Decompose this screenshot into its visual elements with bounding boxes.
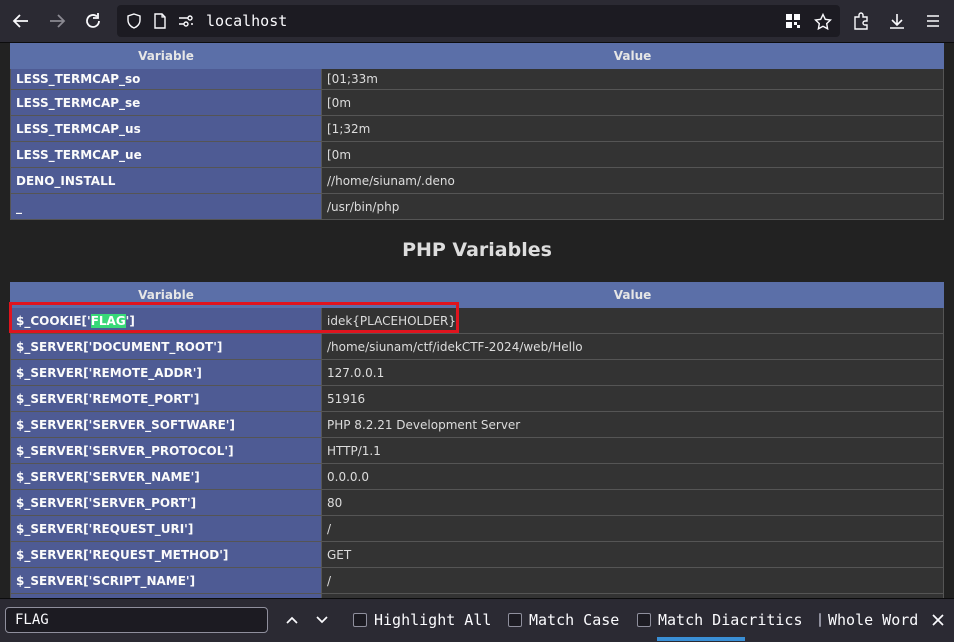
table-row: LESS_TERMCAP_se [0m <box>10 89 944 116</box>
variable-value: [01;33m <box>321 68 944 90</box>
downloads-button[interactable] <box>883 7 911 35</box>
variable-value: PHP 8.2.21 Development Server <box>321 411 944 438</box>
menu-button[interactable] <box>919 7 947 35</box>
match-diacritics-label: Match Diacritics <box>658 611 803 629</box>
chevron-up-icon <box>286 616 298 624</box>
variable-name: LESS_TERMCAP_us <box>10 115 322 142</box>
variable-value: / <box>321 567 944 594</box>
table-row: _ /usr/bin/php <box>10 193 944 220</box>
variable-value: 80 <box>321 489 944 516</box>
focus-accent-line <box>657 637 745 641</box>
variable-value: //home/siunam/.deno <box>321 167 944 194</box>
table-row: LESS_TERMCAP_us [1;32m <box>10 115 944 142</box>
arrow-right-icon <box>50 14 66 28</box>
highlight-all-label: Highlight All <box>374 611 492 629</box>
reload-icon <box>86 13 100 28</box>
arrow-left-icon <box>12 14 28 28</box>
page-icon[interactable] <box>152 13 168 29</box>
checkbox[interactable] <box>508 613 522 627</box>
browser-toolbar: localhost <box>0 0 954 43</box>
url-text[interactable]: localhost <box>206 12 287 30</box>
puzzle-icon <box>854 12 868 30</box>
table-row: $_SERVER['REQUEST_URI'] / <box>10 515 944 542</box>
variable-name: $_SERVER['SERVER_SOFTWARE'] <box>10 411 322 438</box>
table-row: $_SERVER['DOCUMENT_ROOT'] /home/siunam/c… <box>10 333 944 360</box>
match-diacritics-checkbox[interactable]: Match Diacritics <box>637 610 803 630</box>
match-case-checkbox[interactable]: Match Case <box>508 610 619 630</box>
checkbox[interactable] <box>637 613 651 627</box>
table-row: LESS_TERMCAP_so [01;33m <box>10 68 944 90</box>
table-row: $_SERVER['REMOTE_ADDR'] 127.0.0.1 <box>10 359 944 386</box>
checkbox[interactable] <box>353 613 367 627</box>
variable-value: 127.0.0.1 <box>321 359 944 386</box>
back-button[interactable] <box>7 7 35 35</box>
url-bar[interactable]: localhost <box>117 5 840 37</box>
variable-name: $_SERVER['SERVER_NAME'] <box>10 463 322 490</box>
chevron-down-icon <box>316 616 328 624</box>
variable-name: $_SERVER['REQUEST_URI'] <box>10 515 322 542</box>
variable-name: $_SERVER['SCRIPT_NAME'] <box>10 567 322 594</box>
close-find-bar-button[interactable] <box>928 609 948 631</box>
checkbox[interactable] <box>819 613 821 627</box>
find-next-button[interactable] <box>311 609 333 631</box>
table-row: $_SERVER['SERVER_PROTOCOL'] HTTP/1.1 <box>10 437 944 464</box>
variable-value: /home/siunam/ctf/idekCTF-2024/web/Hello <box>321 333 944 360</box>
table-row: $_SERVER['SERVER_SOFTWARE'] PHP 8.2.21 D… <box>10 411 944 438</box>
find-input[interactable] <box>5 607 268 633</box>
variable-name: $_SERVER['REMOTE_ADDR'] <box>10 359 322 386</box>
variable-value: 51916 <box>321 385 944 412</box>
variable-value: [1;32m <box>321 115 944 142</box>
close-icon <box>932 614 944 626</box>
reload-button[interactable] <box>79 7 107 35</box>
variable-value: / <box>321 515 944 542</box>
qr-code-icon[interactable] <box>785 13 801 29</box>
variable-name: LESS_TERMCAP_se <box>10 89 322 116</box>
forward-button[interactable] <box>43 7 71 35</box>
variable-value: [0m <box>321 141 944 168</box>
section-title-php-variables: PHP Variables <box>402 239 552 261</box>
variable-value: /usr/bin/php <box>321 193 944 220</box>
table-row: $_SERVER['SERVER_PORT'] 80 <box>10 489 944 516</box>
table-row: $_SERVER['SERVER_NAME'] 0.0.0.0 <box>10 463 944 490</box>
shield-icon[interactable] <box>126 13 142 29</box>
extensions-button[interactable] <box>847 7 875 35</box>
table-row: $_SERVER['SCRIPT_NAME'] / <box>10 567 944 594</box>
variable-name: $_SERVER['SERVER_PROTOCOL'] <box>10 437 322 464</box>
highlight-all-checkbox[interactable]: Highlight All <box>353 610 491 630</box>
variable-name: $_SERVER['SERVER_PORT'] <box>10 489 322 516</box>
table-row: $_SERVER['REMOTE_PORT'] 51916 <box>10 385 944 412</box>
column-header-variable: Variable <box>10 43 322 69</box>
variable-value: GET <box>321 541 944 568</box>
page-content: Variable Value LESS_TERMCAP_so [01;33m L… <box>0 43 954 598</box>
environment-table: Variable Value LESS_TERMCAP_so [01;33m L… <box>10 43 944 220</box>
variable-name: $_SERVER['REMOTE_PORT'] <box>10 385 322 412</box>
bookmark-star-icon[interactable] <box>813 12 833 31</box>
table-row: $_SERVER['REQUEST_METHOD'] GET <box>10 541 944 568</box>
variable-name: _ <box>10 193 322 220</box>
variable-name: LESS_TERMCAP_ue <box>10 141 322 168</box>
variable-name: $_SERVER['DOCUMENT_ROOT'] <box>10 333 322 360</box>
hamburger-icon <box>927 15 939 27</box>
variable-value: 0.0.0.0 <box>321 463 944 490</box>
variable-value: HTTP/1.1 <box>321 437 944 464</box>
site-permissions-icon[interactable] <box>178 13 194 29</box>
variable-name: LESS_TERMCAP_so <box>10 68 322 90</box>
find-bar: Highlight All Match Case Match Diacritic… <box>0 598 954 642</box>
column-header-value: Value <box>321 43 944 69</box>
highlight-callout-box <box>9 302 459 333</box>
variable-name: DENO_INSTALL <box>10 167 322 194</box>
match-case-label: Match Case <box>529 611 620 629</box>
variable-name: $_SERVER['REQUEST_METHOD'] <box>10 541 322 568</box>
download-icon <box>890 14 904 29</box>
variable-value: [0m <box>321 89 944 116</box>
table-header-row: Variable Value <box>10 43 944 69</box>
table-row: LESS_TERMCAP_ue [0m <box>10 141 944 168</box>
whole-words-checkbox[interactable]: Whole Words <box>819 610 919 630</box>
find-previous-button[interactable] <box>281 609 303 631</box>
whole-words-label: Whole Words <box>828 611 919 629</box>
table-row: DENO_INSTALL //home/siunam/.deno <box>10 167 944 194</box>
